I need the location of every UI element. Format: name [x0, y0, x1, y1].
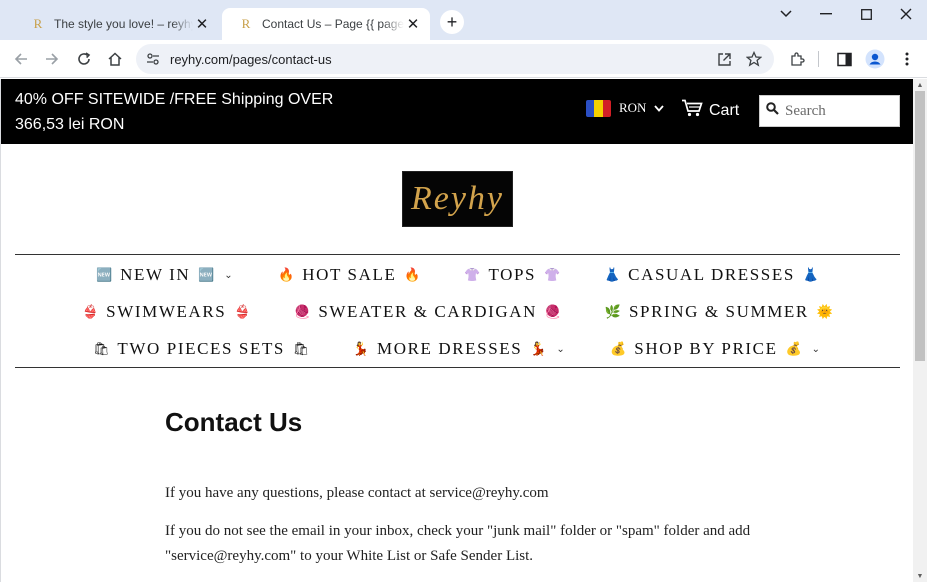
bikini-icon: 👙	[82, 304, 99, 320]
page-scrollbar[interactable]: ▲ ▼	[913, 79, 927, 582]
nav-item-new-in[interactable]: 🆕 NEW IN 🆕 ⌄	[96, 265, 234, 285]
search-box[interactable]	[759, 95, 900, 127]
nav-item-casual-dresses[interactable]: 👗 CASUAL DRESSES 👗	[604, 265, 819, 285]
new-badge-icon: 🆕	[96, 267, 113, 283]
sun-icon: 🌞	[816, 304, 833, 320]
tab-title: Contact Us – Page {{ page }} – reyhy	[262, 17, 404, 31]
tab-strip: R The style you love! – reyhy ✕ R Contac…	[0, 0, 927, 40]
nav-label: NEW IN	[120, 265, 191, 284]
nav-label: MORE DRESSES	[376, 339, 523, 358]
nav-item-tops[interactable]: 👚 TOPS 👚	[464, 265, 560, 285]
nav-item-two-pieces-sets[interactable]: 🛍 TWO PIECES SETS 🛍	[93, 339, 309, 359]
nav-item-sweater-cardigan[interactable]: 🧶 SWEATER & CARDIGAN 🧶	[294, 302, 561, 322]
search-input[interactable]	[785, 102, 893, 120]
blouse-icon: 👚	[544, 267, 561, 283]
scroll-up-icon[interactable]: ▲	[913, 79, 927, 91]
minimize-icon[interactable]	[806, 4, 846, 24]
chevron-down-icon: ⌄	[811, 343, 822, 355]
logo-text: Reyhy	[410, 180, 505, 217]
yarn-icon: 🧶	[544, 304, 562, 320]
spam-notice-paragraph: If you do not see the email in your inbo…	[165, 523, 751, 564]
reload-icon[interactable]	[71, 46, 97, 72]
scroll-down-icon[interactable]: ▼	[913, 570, 927, 582]
dancer-icon: 💃	[352, 341, 370, 357]
yarn-icon: 🧶	[294, 304, 311, 320]
back-icon[interactable]	[8, 46, 34, 72]
nav-label: SHOP BY PRICE	[634, 339, 778, 358]
sidepanel-icon[interactable]	[832, 47, 856, 71]
blouse-icon: 👚	[464, 267, 481, 283]
forward-icon[interactable]	[39, 46, 65, 72]
chevron-down-icon: ⌄	[224, 269, 235, 281]
browser-toolbar: reyhy.com/pages/contact-us	[0, 40, 927, 78]
shopping-bags-icon: 🛍	[292, 341, 310, 357]
bikini-icon: 👙	[234, 304, 251, 320]
menu-icon[interactable]	[895, 47, 919, 71]
dancer-icon: 💃	[530, 341, 547, 357]
star-icon[interactable]	[742, 47, 766, 71]
address-bar[interactable]: reyhy.com/pages/contact-us	[136, 44, 774, 74]
store-logo[interactable]: Reyhy	[402, 171, 513, 227]
money-bag-icon: 💰	[610, 341, 627, 357]
currency-selector[interactable]: RON	[586, 98, 665, 118]
tab-favicon: R	[241, 16, 251, 31]
fire-icon: 🔥	[278, 267, 295, 283]
extensions-icon[interactable]	[785, 47, 809, 71]
tab-favicon: R	[33, 16, 43, 31]
dress-icon: 👗	[802, 267, 819, 283]
nav-item-shop-by-price[interactable]: 💰 SHOP BY PRICE 💰 ⌄	[610, 339, 821, 359]
tab-title: The style you love! – reyhy	[54, 17, 193, 31]
cart-link[interactable]: Cart	[681, 99, 739, 122]
page-viewport: 40% OFF SITEWIDE /FREE Shipping OVER 366…	[0, 79, 913, 582]
share-icon[interactable]	[712, 47, 736, 71]
nav-item-spring-summer[interactable]: 🌿 SPRING & SUMMER 🌞	[605, 302, 833, 322]
cart-icon	[681, 99, 703, 122]
announcement-bar: 40% OFF SITEWIDE /FREE Shipping OVER 366…	[1, 79, 913, 144]
toolbar-divider	[818, 51, 819, 67]
cart-label: Cart	[709, 101, 740, 119]
leaf-icon: 🌿	[604, 304, 622, 320]
tab-search-icon[interactable]	[766, 4, 806, 24]
nav-divider-bottom	[15, 367, 900, 368]
nav-label: SPRING & SUMMER	[628, 302, 809, 321]
page-title: Contact Us	[165, 407, 303, 437]
scroll-thumb[interactable]	[915, 91, 925, 361]
nav-item-hot-sale[interactable]: 🔥 HOT SALE 🔥	[278, 265, 420, 285]
romania-flag-icon	[586, 99, 611, 117]
close-window-icon[interactable]	[886, 4, 926, 24]
search-icon	[766, 102, 779, 120]
chevron-down-icon: ⌄	[556, 343, 567, 355]
contact-paragraph: If you have any questions, please contac…	[165, 485, 549, 501]
new-badge-icon: 🆕	[198, 267, 215, 283]
close-icon[interactable]: ✕	[193, 15, 211, 33]
nav-label: CASUAL DRESSES	[628, 265, 795, 284]
new-tab-button[interactable]: +	[440, 10, 464, 34]
nav-row-3: 🛍 TWO PIECES SETS 🛍 💃 MORE DRESSES 💃 ⌄ 💰…	[1, 336, 913, 362]
tab-home[interactable]: R The style you love! – reyhy ✕	[14, 8, 219, 40]
nav-label: SWIMWEARS	[106, 302, 227, 321]
announcement-text: 40% OFF SITEWIDE /FREE Shipping OVER 366…	[15, 91, 334, 133]
nav-label: TOPS	[488, 265, 537, 284]
nav-item-more-dresses[interactable]: 💃 MORE DRESSES 💃 ⌄	[353, 339, 566, 359]
nav-item-swimwears[interactable]: 👙 SWIMWEARS 👙	[82, 302, 250, 322]
profile-icon[interactable]	[863, 47, 887, 71]
chevron-down-icon	[654, 100, 665, 116]
currency-code: RON	[619, 100, 647, 115]
nav-label: SWEATER & CARDIGAN	[318, 302, 537, 321]
maximize-icon[interactable]	[846, 4, 886, 24]
tab-contact-us[interactable]: R Contact Us – Page {{ page }} – reyhy ✕	[222, 8, 430, 40]
nav-row-1: 🆕 NEW IN 🆕 ⌄ 🔥 HOT SALE 🔥 👚 TOPS 👚 👗 CAS…	[1, 262, 913, 288]
fire-icon: 🔥	[404, 267, 421, 283]
nav-label: HOT SALE	[302, 265, 397, 284]
url-text[interactable]: reyhy.com/pages/contact-us	[170, 52, 712, 67]
nav-row-2: 👙 SWIMWEARS 👙 🧶 SWEATER & CARDIGAN 🧶 🌿 S…	[1, 299, 913, 325]
nav-divider-top	[15, 254, 900, 255]
shopping-bags-icon: 🛍	[93, 341, 110, 357]
home-icon[interactable]	[102, 46, 128, 72]
nav-label: TWO PIECES SETS	[117, 339, 285, 358]
money-bag-icon: 💰	[785, 341, 802, 357]
site-info-icon[interactable]	[136, 52, 170, 66]
close-icon[interactable]: ✕	[404, 15, 422, 33]
dress-icon: 👗	[604, 267, 621, 283]
